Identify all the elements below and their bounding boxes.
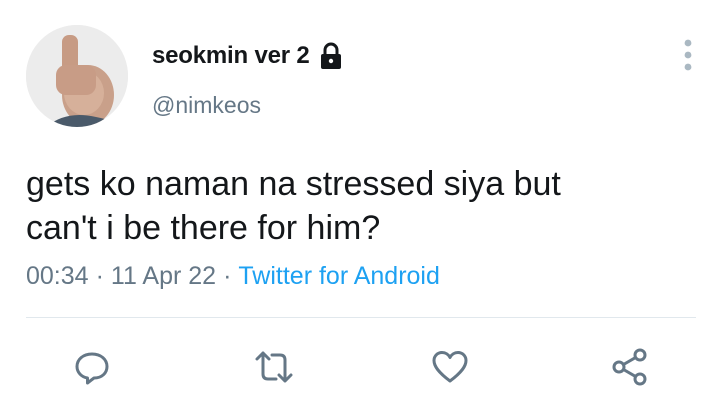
divider: [26, 317, 696, 318]
more-options-icon[interactable]: [678, 38, 698, 74]
reply-button[interactable]: [72, 347, 112, 387]
like-icon: [432, 351, 468, 383]
reply-icon: [75, 352, 109, 385]
tweet-time: 00:34: [26, 262, 89, 290]
display-name[interactable]: seokmin ver 2: [152, 42, 310, 70]
tweet-source-link[interactable]: Twitter for Android: [238, 262, 439, 291]
tweet-date: 11 Apr 22: [110, 262, 217, 290]
meta-separator: ·: [95, 262, 104, 290]
meta-separator: ·: [223, 262, 232, 290]
user-name-row: seokmin ver 2: [152, 42, 344, 70]
share-icon: [612, 348, 647, 386]
avatar-photo: [26, 25, 128, 127]
share-button[interactable]: [610, 347, 650, 387]
tweet-text: gets ko naman na stressed siya but can't…: [26, 165, 561, 247]
lock-icon: [318, 42, 344, 70]
tweet-meta: 00:34 · 11 Apr 22 · Twitter for Android: [26, 262, 440, 291]
like-button[interactable]: [430, 347, 470, 387]
user-handle[interactable]: @nimkeos: [152, 92, 261, 119]
retweet-icon: [255, 351, 293, 383]
retweet-button[interactable]: [254, 347, 294, 387]
avatar[interactable]: [26, 25, 128, 127]
